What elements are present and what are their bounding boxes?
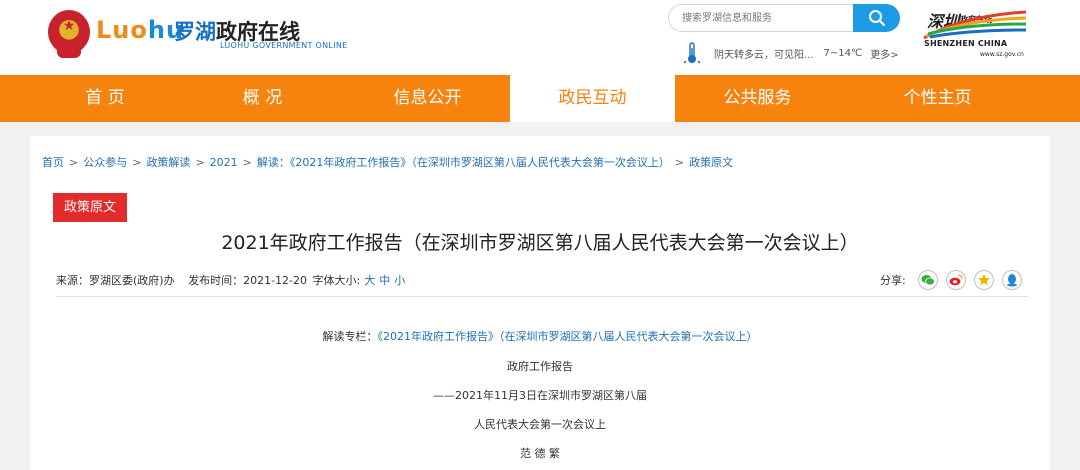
share-qzone-button[interactable] bbox=[973, 270, 994, 290]
breadcrumb-current[interactable]: 政策原文 bbox=[689, 156, 733, 169]
breadcrumb-separator: > bbox=[69, 156, 79, 169]
font-size-large[interactable]: 大 bbox=[364, 274, 375, 287]
breadcrumb-year[interactable]: 2021 bbox=[210, 156, 238, 169]
sz-logo-english: SHENZHEN CHINA bbox=[924, 39, 1008, 48]
wechat-icon bbox=[921, 275, 935, 286]
breadcrumb-separator: > bbox=[195, 156, 205, 169]
content-panel: 首页 > 公众参与 > 政策解读 >2021 > 解读：《2021年政府工作报告》（在深圳市罗… bbox=[30, 136, 1050, 470]
share-bar: 分享: bbox=[880, 270, 1022, 290]
search-icon bbox=[868, 10, 885, 27]
search-input[interactable] bbox=[668, 4, 854, 32]
breadcrumb-separator: > bbox=[242, 156, 252, 169]
weather-description: 阴天转多云，可见阳... bbox=[714, 49, 814, 61]
font-size-label: 字体大小: bbox=[312, 274, 361, 287]
breadcrumb: 首页 > 公众参与 > 政策解读 >2021 > 解读：《2021年政府工作报告》（在深圳市罗… bbox=[42, 154, 733, 170]
main-nav: 首 页 概 况 信息公开 政民互动 公共服务 个性主页 bbox=[0, 75, 1080, 122]
meta-divider bbox=[56, 296, 1028, 297]
national-emblem-icon: ★ bbox=[48, 10, 90, 58]
share-wechat-button[interactable] bbox=[917, 270, 938, 290]
breadcrumb-policy-interpretation[interactable]: 政策解读 bbox=[146, 156, 190, 169]
qq-icon bbox=[1006, 274, 1017, 287]
nav-home[interactable]: 首 页 bbox=[30, 75, 180, 122]
share-qq-button[interactable] bbox=[1001, 270, 1022, 290]
logo-text: Luohu 罗湖政府在线 LUOHU GOVERNMENT ONLINE bbox=[96, 10, 347, 54]
date-value: 2021-12-20 bbox=[243, 274, 308, 287]
weibo-icon bbox=[949, 274, 963, 286]
font-size-small[interactable]: 小 bbox=[394, 274, 405, 287]
header: ★ Luohu 罗湖政府在线 LUOHU GOVERNMENT ONLINE 阴… bbox=[0, 0, 1080, 75]
site-logo[interactable]: ★ Luohu 罗湖政府在线 LUOHU GOVERNMENT ONLINE bbox=[48, 10, 347, 58]
weather-icon bbox=[683, 42, 701, 64]
logo-english: Luohu bbox=[96, 16, 185, 44]
nav-info-disclosure[interactable]: 信息公开 bbox=[345, 75, 510, 122]
source-value: 罗湖区委(政府)办 bbox=[89, 274, 175, 287]
article-title: 2021年政府工作报告（在深圳市罗湖区第八届人民代表大会第一次会议上） bbox=[221, 232, 859, 254]
nav-overview[interactable]: 概 况 bbox=[180, 75, 345, 122]
breadcrumb-participation[interactable]: 公众参与 bbox=[83, 156, 127, 169]
source-label: 来源： bbox=[56, 274, 89, 287]
weather-more-link[interactable]: 更多> bbox=[870, 46, 898, 61]
nav-interaction[interactable]: 政民互动 bbox=[510, 75, 675, 122]
share-label: 分享: bbox=[880, 274, 906, 287]
interpretation-column: 解读专栏：《2021年政府工作报告》（在深圳市罗湖区第八届人民代表大会第一次会议… bbox=[30, 328, 1050, 344]
weather-widget: 阴天转多云，可见阳... 7~14℃ 更多> bbox=[680, 41, 899, 65]
column-link[interactable]: 《2021年政府工作报告》（在深圳市罗湖区第八届人民代表大会第一次会议上） bbox=[378, 330, 758, 343]
category-badge: 政策原文 bbox=[53, 193, 128, 222]
date-label: 发布时间： bbox=[188, 274, 244, 287]
column-label: 解读专栏： bbox=[322, 330, 378, 343]
breadcrumb-separator: > bbox=[674, 156, 685, 169]
nav-public-service[interactable]: 公共服务 bbox=[675, 75, 840, 122]
breadcrumb-interpretation-item[interactable]: 解读：《2021年政府工作报告》（在深圳市罗湖区第八届人民代表大会第一次会议上） bbox=[257, 156, 670, 169]
qzone-star-icon bbox=[977, 274, 990, 286]
body-subheading-line1: ——2021年11月3日在深圳市罗湖区第八届 bbox=[433, 389, 647, 402]
shenzhen-gov-logo[interactable]: 深圳 政府在线 SHENZHEN CHINA www.sz.gov.cn bbox=[922, 6, 1030, 62]
search-box bbox=[668, 4, 900, 32]
nav-personal-page[interactable]: 个性主页 bbox=[840, 75, 1035, 122]
body-heading: 政府工作报告 bbox=[507, 360, 573, 373]
article-meta: 来源：罗湖区委(政府)办 发布时间：2021-12-20 字体大小: 大中小 bbox=[56, 272, 405, 288]
breadcrumb-home[interactable]: 首页 bbox=[42, 156, 64, 169]
sz-logo-url: www.sz.gov.cn bbox=[980, 51, 1024, 58]
font-size-medium[interactable]: 中 bbox=[379, 274, 390, 287]
search-button[interactable] bbox=[853, 4, 900, 32]
logo-subtitle: LUOHU GOVERNMENT ONLINE bbox=[220, 41, 348, 50]
body-author: 范 德 繁 bbox=[520, 447, 560, 460]
breadcrumb-separator: > bbox=[132, 156, 142, 169]
body-subheading-line2: 人民代表大会第一次会议上 bbox=[474, 418, 606, 431]
weather-temperature: 7~14℃ bbox=[823, 47, 863, 59]
share-weibo-button[interactable] bbox=[945, 270, 966, 290]
